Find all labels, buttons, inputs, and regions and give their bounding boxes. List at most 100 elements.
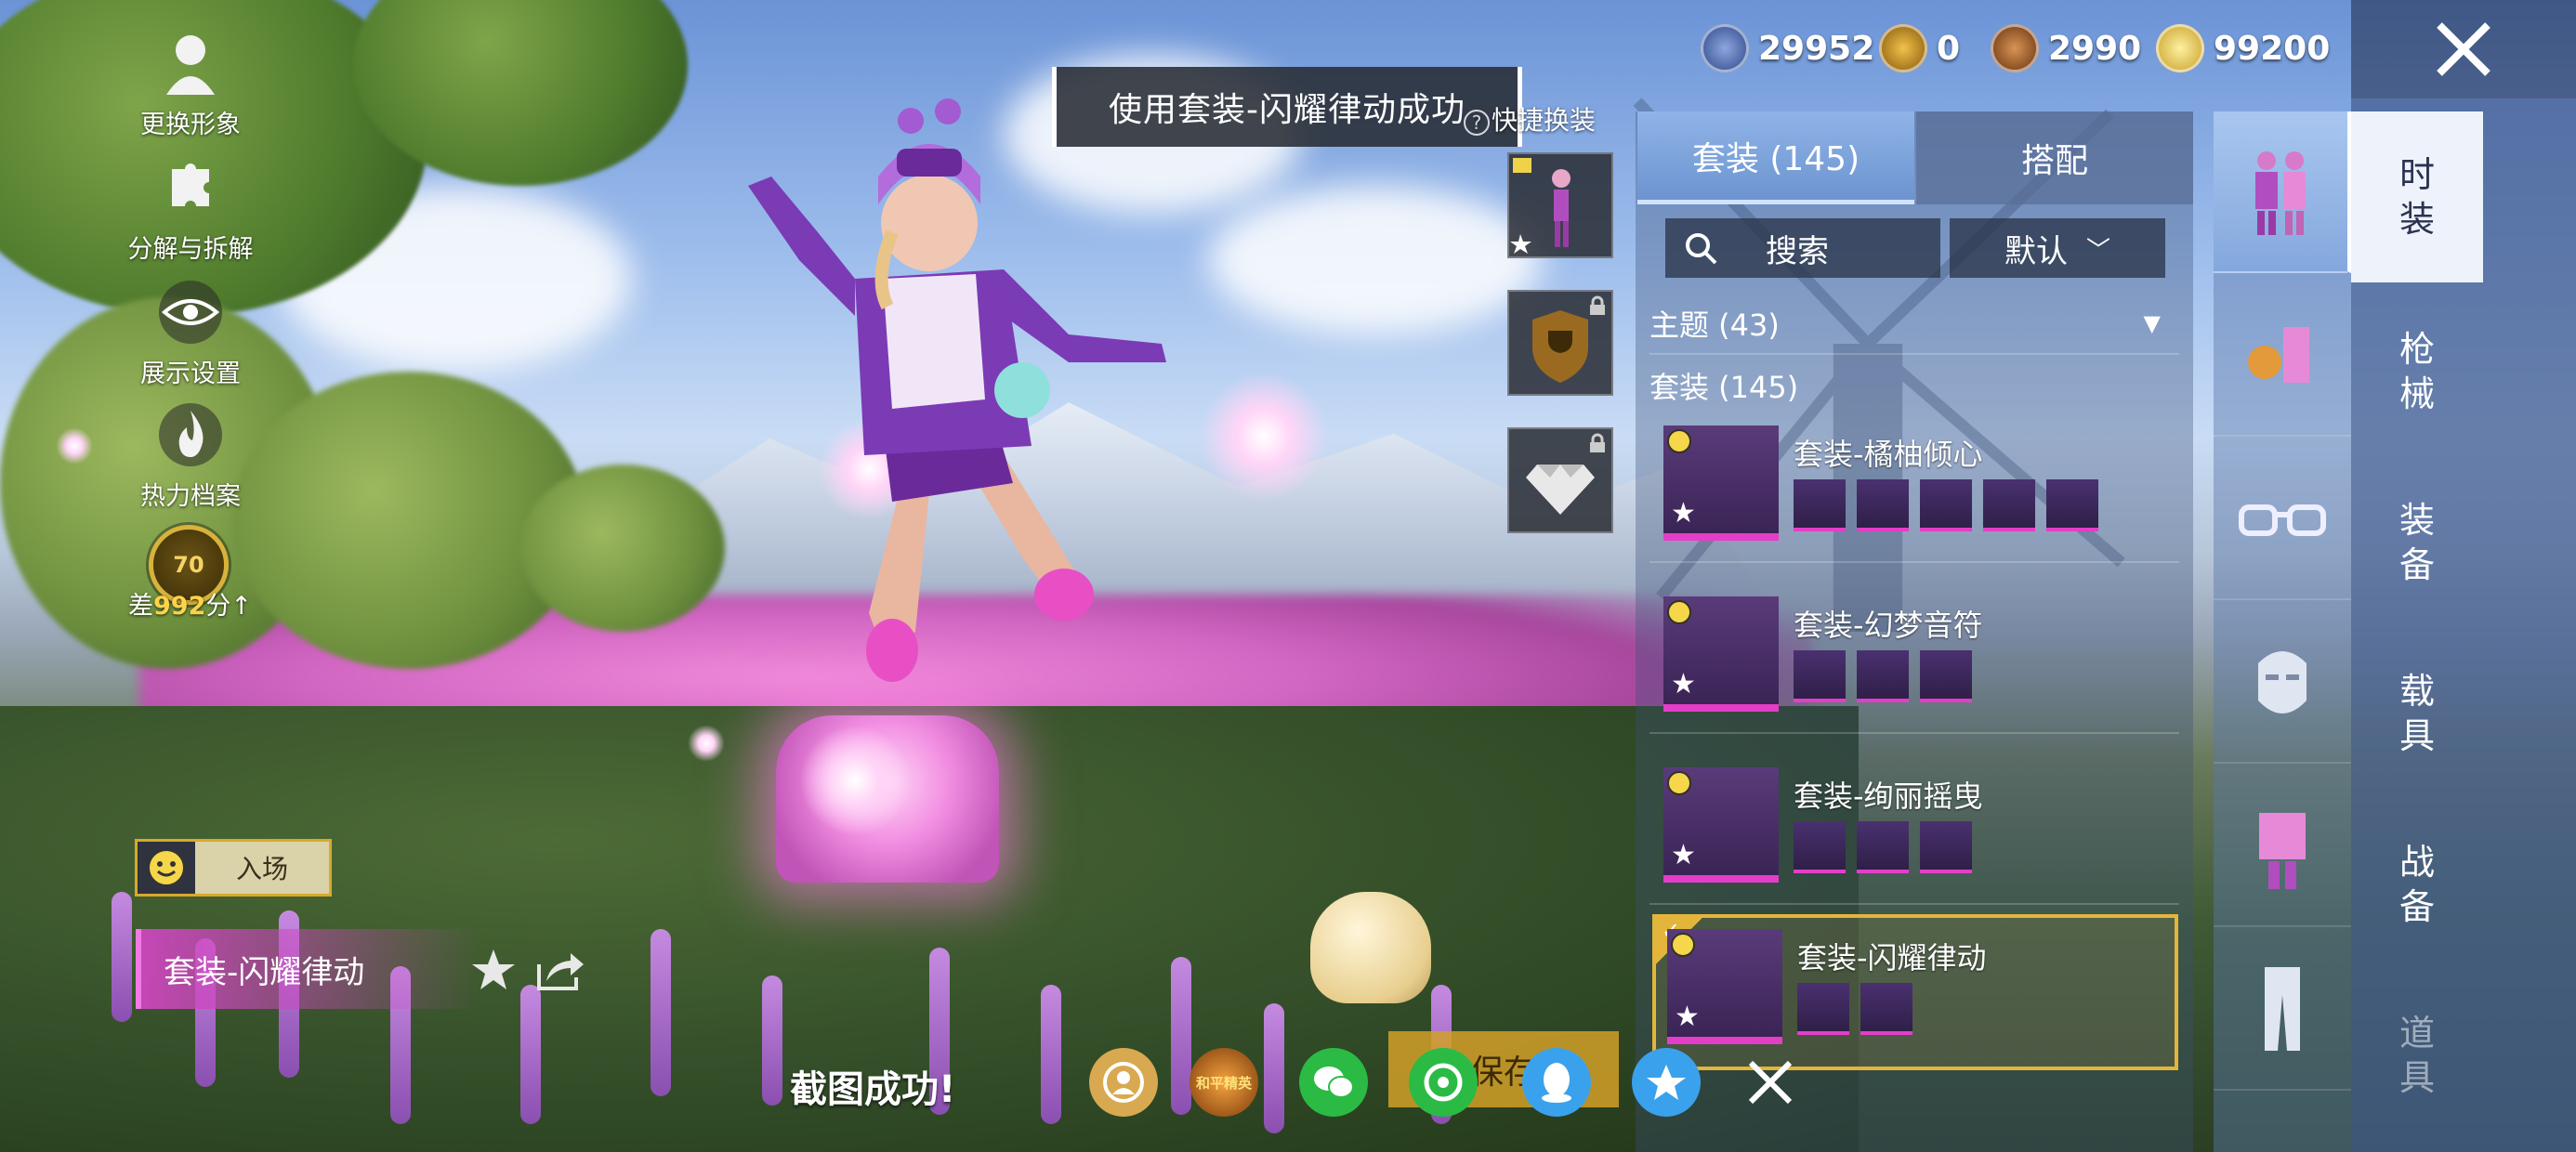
close-button[interactable]: [2351, 0, 2576, 98]
suit-item[interactable]: ★ 套装-绚丽摇曳: [1652, 756, 2178, 912]
change-avatar-button[interactable]: 更换形象: [112, 26, 269, 140]
suit-item-selected[interactable]: ✓ ★ 套装-闪耀律动: [1652, 914, 2178, 1070]
nav-firearms-label: 枪械: [2399, 329, 2435, 414]
quick-change-slot-2[interactable]: [1507, 290, 1613, 396]
quick-change-slot-3[interactable]: [1507, 427, 1613, 533]
lock-icon: [1590, 433, 1605, 452]
nav-combat-gear-label: 战备: [2399, 842, 2435, 927]
nav-items[interactable]: 道具: [2351, 970, 2483, 1141]
suit-part-thumb[interactable]: [2046, 479, 2098, 531]
suit-part-thumb[interactable]: [1920, 821, 1972, 873]
rank-suffix: 分↑: [205, 592, 252, 621]
suit-part-thumb[interactable]: [1857, 821, 1909, 873]
suit-part-thumb[interactable]: [1920, 650, 1972, 702]
share-icon[interactable]: [533, 946, 585, 994]
category-pants[interactable]: [2214, 929, 2351, 1091]
theme-filter[interactable]: 主题 (43) ▼: [1649, 297, 2179, 349]
lavender: [651, 929, 671, 1096]
cloud: [1208, 186, 1543, 334]
sparkle: [56, 427, 93, 465]
currency-4[interactable]: 99200: [2156, 20, 2330, 76]
suit-part-thumb[interactable]: [1794, 650, 1846, 702]
player-character[interactable]: [669, 93, 1189, 687]
nav-combat-gear[interactable]: 战备: [2351, 799, 2483, 970]
accessory-icon: [2248, 327, 2309, 383]
friend-share-icon[interactable]: [1089, 1048, 1158, 1117]
nav-firearms[interactable]: 枪械: [2351, 286, 2483, 457]
glasses-icon: [2239, 504, 2326, 536]
suit-name: 套装-闪耀律动: [1797, 940, 1987, 975]
chevron-down-icon: ﹀: [2085, 236, 2110, 265]
suit-item[interactable]: ★ 套装-橘柚倾心: [1652, 414, 2178, 570]
category-glasses[interactable]: [2214, 439, 2351, 600]
game-brand-icon[interactable]: 和平精英: [1189, 1048, 1258, 1117]
entrance-effect-button[interactable]: 入场: [135, 839, 332, 897]
nav-equipment-label: 装备: [2399, 500, 2435, 585]
rank-progress-text: 差992分↑: [128, 585, 252, 622]
category-suit[interactable]: [2214, 111, 2351, 273]
copper-coin-icon: [1991, 24, 2039, 72]
outfit-figure-icon: [1510, 158, 1571, 254]
lavender: [520, 985, 541, 1124]
heat-archive-button[interactable]: 热力档案: [112, 398, 269, 512]
suit-part-thumb[interactable]: [1794, 479, 1846, 531]
lavender: [1171, 957, 1191, 1115]
pants-icon: [2265, 967, 2300, 1051]
suit-section-header: 套装 (145): [1649, 370, 1799, 405]
star-icon: ★: [1671, 668, 1696, 700]
suit-name: 套装-橘柚倾心: [1794, 437, 1983, 472]
quick-change-label: 快捷换装: [1492, 105, 1597, 136]
decompose-button[interactable]: 分解与拆解: [112, 151, 269, 265]
suit-part-thumb[interactable]: [1857, 650, 1909, 702]
rank-prefix: 差: [128, 592, 153, 621]
tab-match[interactable]: 搭配: [1916, 111, 2193, 204]
suit-thumbnail: ★: [1667, 929, 1782, 1044]
nav-vehicles[interactable]: 载具: [2351, 628, 2483, 799]
currency-2-value: 0: [1937, 29, 1961, 68]
currency-1[interactable]: 29952: [1701, 20, 1874, 76]
toast-text: 使用套装-闪耀律动成功: [1109, 91, 1465, 129]
tab-suits[interactable]: 套装 (145): [1637, 111, 1914, 204]
wechat-icon[interactable]: [1299, 1048, 1368, 1117]
firework: [1199, 372, 1329, 502]
firework: [799, 725, 911, 836]
star-icon: ★: [1671, 839, 1696, 871]
share-close-icon[interactable]: [1738, 1050, 1803, 1115]
star-icon: ★: [1675, 1001, 1700, 1033]
flame-icon: [159, 403, 222, 466]
help-icon[interactable]: ?: [1464, 110, 1490, 136]
search-button[interactable]: 搜索: [1665, 218, 1940, 278]
nav-fashion[interactable]: 时装: [2351, 111, 2483, 282]
suit-part-thumb[interactable]: [1920, 479, 1972, 531]
quick-change-slot-1[interactable]: [1507, 152, 1613, 258]
moments-icon[interactable]: [1409, 1048, 1478, 1117]
suit-part-thumb[interactable]: [1860, 983, 1912, 1035]
suit-thumbnail: ★: [1663, 767, 1779, 883]
category-face[interactable]: [2214, 602, 2351, 764]
suit-part-thumb[interactable]: [1797, 983, 1849, 1035]
currency-2[interactable]: 0: [1879, 20, 1960, 76]
display-settings-button[interactable]: 展示设置: [112, 275, 269, 389]
eye-icon: [159, 281, 222, 344]
currency-1-value: 29952: [1758, 29, 1875, 68]
favorite-star-icon[interactable]: [469, 946, 518, 994]
brand-text: 和平精英: [1195, 1074, 1252, 1092]
nav-equipment[interactable]: 装备: [2351, 457, 2483, 628]
suit-item[interactable]: ★ 套装-幻梦音符: [1652, 585, 2178, 741]
category-top[interactable]: [2214, 766, 2351, 927]
category-accessory[interactable]: [2214, 275, 2351, 437]
nav-fashion-label: 时装: [2399, 154, 2435, 240]
heat-archive-label: 热力档案: [140, 482, 241, 511]
divider: [1649, 353, 2179, 355]
qzone-icon[interactable]: [1632, 1048, 1701, 1117]
entrance-label: 入场: [235, 854, 288, 884]
qq-icon[interactable]: [1522, 1048, 1591, 1117]
gold-coin-icon: [1879, 24, 1927, 72]
suit-part-thumb[interactable]: [1794, 821, 1846, 873]
suit-part-thumb[interactable]: [1983, 479, 2035, 531]
sort-dropdown[interactable]: 默认 ﹀: [1950, 218, 2165, 278]
currency-4-value: 99200: [2214, 29, 2331, 68]
suit-part-thumb[interactable]: [1857, 479, 1909, 531]
face-icon: [2258, 651, 2307, 713]
currency-3[interactable]: 2990: [1991, 20, 2141, 76]
